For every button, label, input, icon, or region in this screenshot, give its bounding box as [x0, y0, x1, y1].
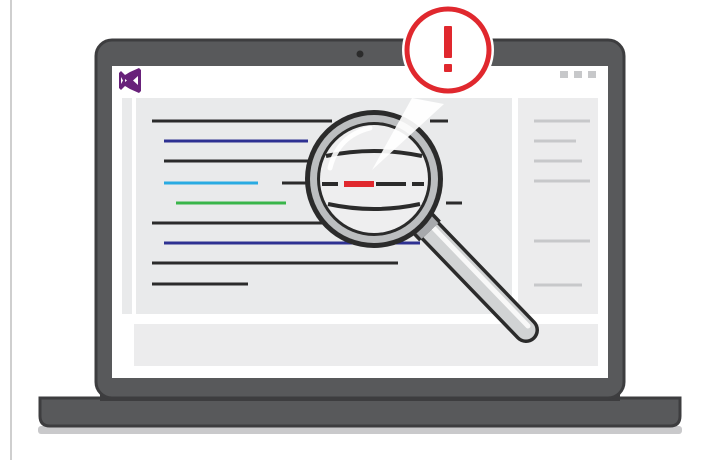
laptop-base	[38, 396, 682, 428]
side-panel	[518, 98, 598, 314]
window-dots-icon	[560, 71, 596, 78]
laptop-debug-illustration	[38, 4, 682, 434]
editor-gutter	[122, 98, 132, 314]
webcam-icon	[356, 50, 364, 58]
error-highlight-icon	[344, 181, 374, 187]
exclamation-alert-icon	[402, 4, 494, 96]
illustration-canvas	[0, 0, 720, 460]
